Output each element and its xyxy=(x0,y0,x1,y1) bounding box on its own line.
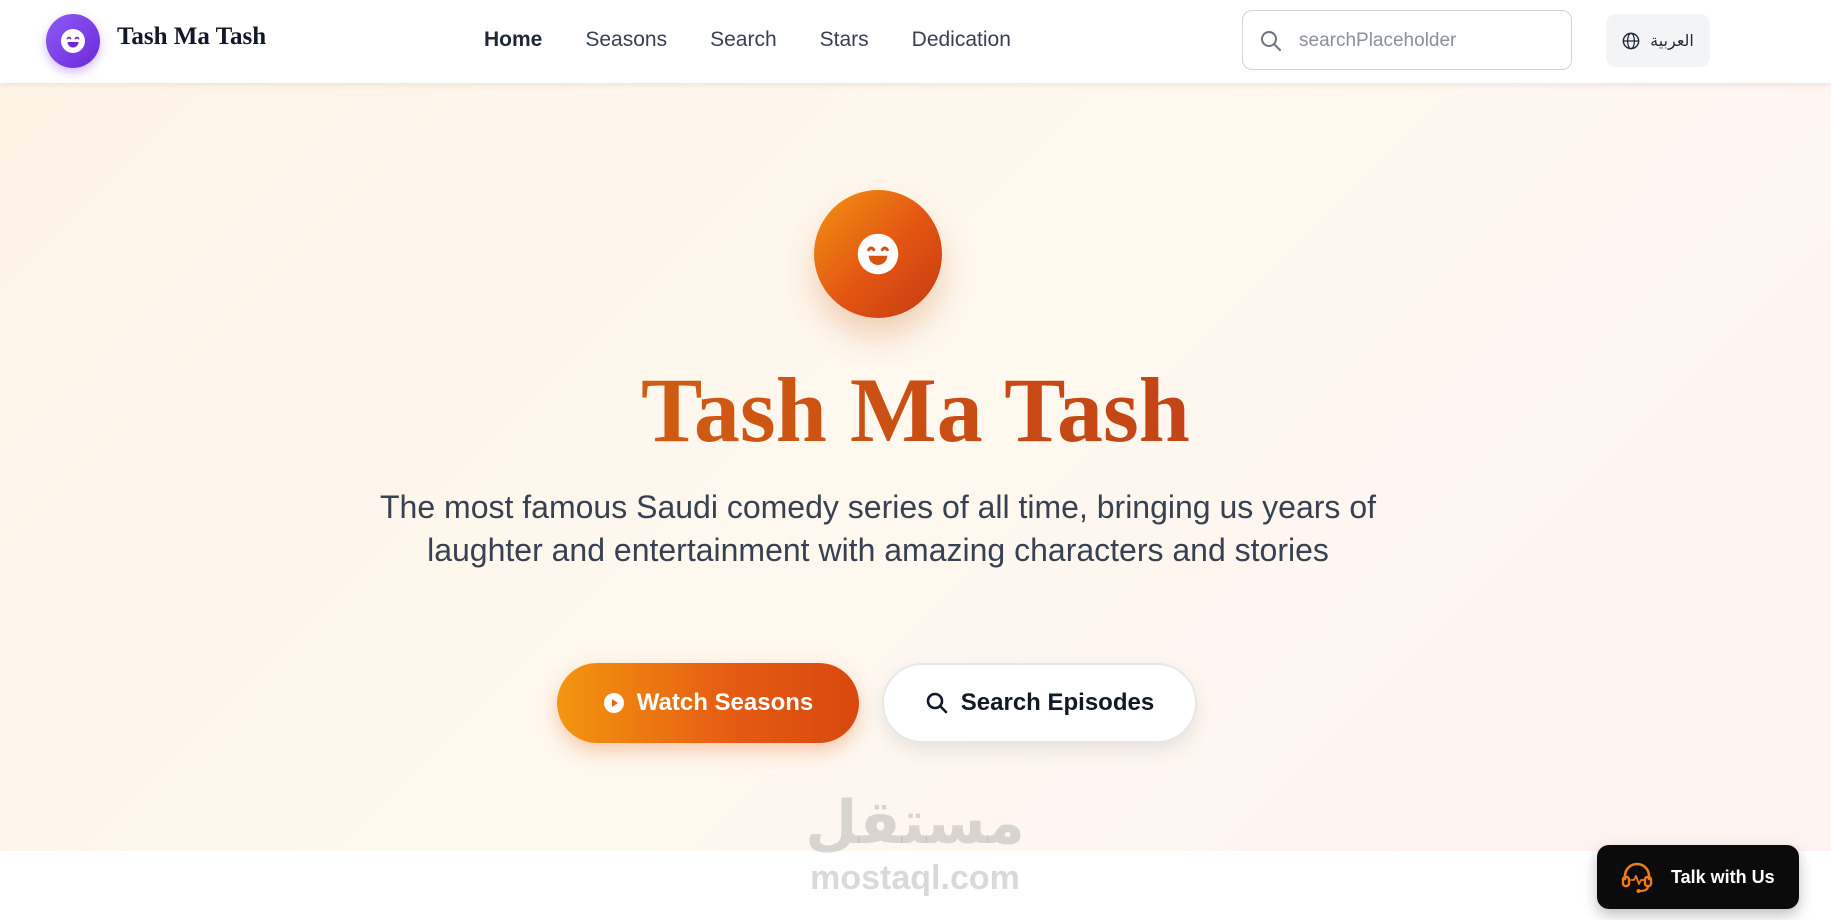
hero-subtitle: The most famous Saudi comedy series of a… xyxy=(380,489,1376,568)
language-label: العربية xyxy=(1650,31,1694,50)
search-input[interactable] xyxy=(1297,25,1561,57)
watermark-arabic: مستقل xyxy=(805,788,1025,858)
play-circle-icon xyxy=(603,693,624,713)
hero-title: Tash Ma Tash xyxy=(0,355,1831,465)
nav-stars[interactable]: Stars xyxy=(820,28,869,52)
watch-seasons-button[interactable]: Watch Seasons xyxy=(557,663,859,743)
hero-logo-badge xyxy=(814,190,942,318)
talk-with-us-button[interactable]: Talk with Us xyxy=(1597,845,1799,909)
nav-search[interactable]: Search xyxy=(710,28,777,52)
nav-dedication[interactable]: Dedication xyxy=(912,28,1011,52)
search-episodes-button[interactable]: Search Episodes xyxy=(882,663,1197,743)
main-nav: Home Seasons Search Stars Dedication xyxy=(484,28,1054,52)
headset-icon xyxy=(1621,862,1653,893)
top-navbar: Tash Ma Tash Home Seasons Search Stars D… xyxy=(0,0,1831,83)
nav-home[interactable]: Home xyxy=(484,28,542,52)
search-episodes-label: Search Episodes xyxy=(960,689,1155,716)
search-icon xyxy=(1261,31,1281,51)
watermark-latin: mostaql.com xyxy=(810,859,1020,897)
laughing-face-icon xyxy=(857,233,899,275)
hero-section: Tash Ma Tash The most famous Saudi comed… xyxy=(0,83,1831,851)
brand-name[interactable]: Tash Ma Tash xyxy=(117,23,266,51)
search-icon xyxy=(926,692,948,714)
search-box[interactable] xyxy=(1242,10,1572,70)
logo-badge[interactable] xyxy=(46,14,100,68)
watch-seasons-label: Watch Seasons xyxy=(636,689,814,716)
globe-icon xyxy=(1622,32,1640,49)
nav-seasons[interactable]: Seasons xyxy=(585,28,667,52)
language-switch-button[interactable]: العربية xyxy=(1606,14,1710,67)
laughing-face-icon xyxy=(61,29,85,53)
talk-with-us-label: Talk with Us xyxy=(1671,866,1775,887)
